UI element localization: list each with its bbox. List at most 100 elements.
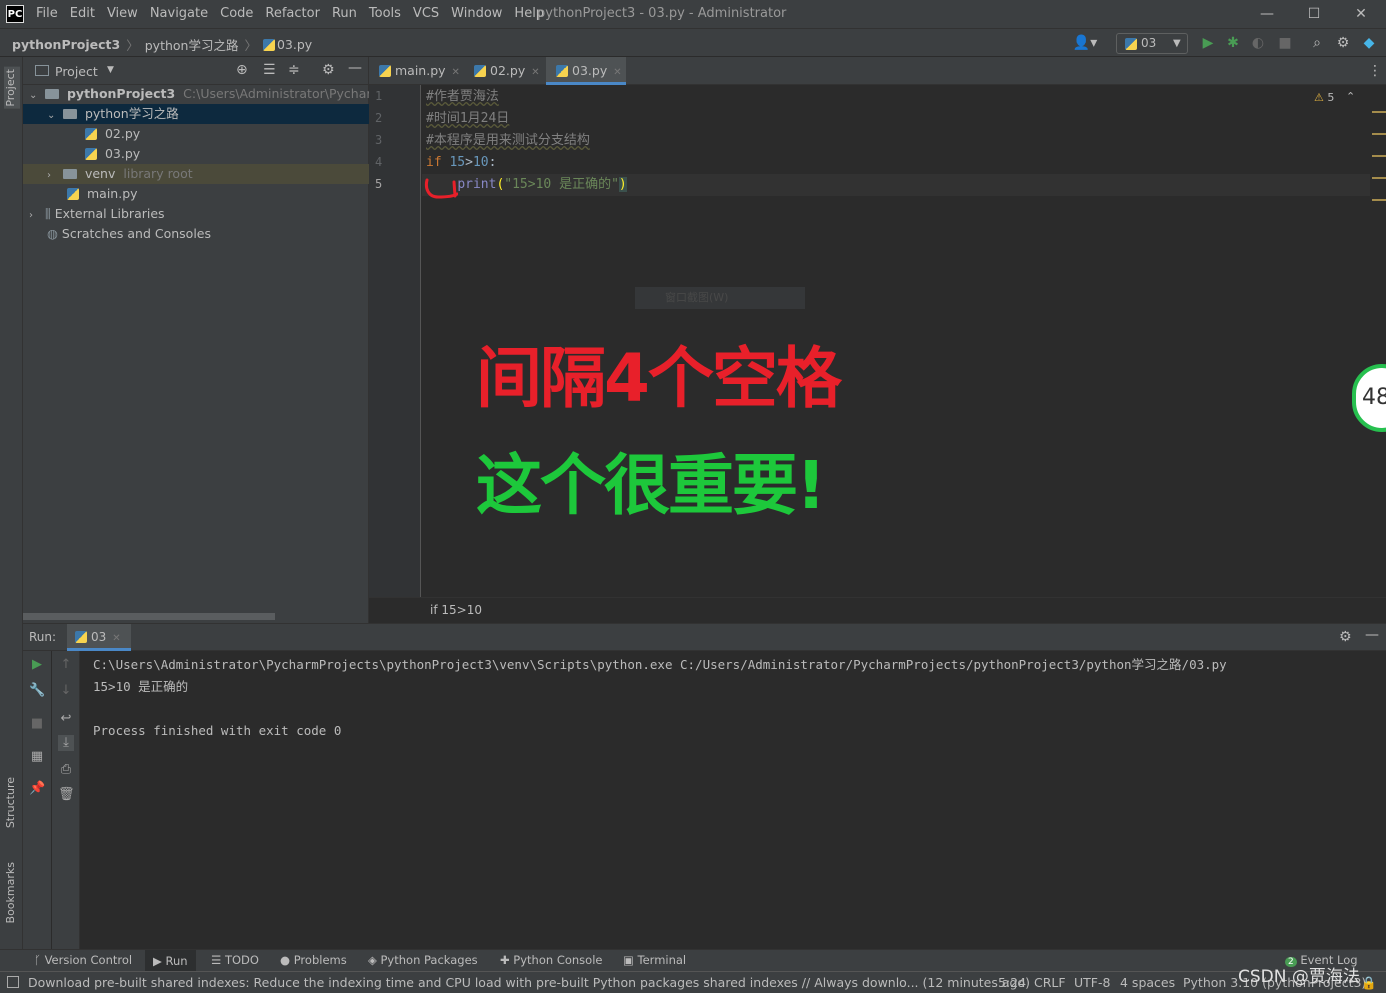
warning-marker[interactable] xyxy=(1372,133,1386,135)
tree-item-project-root[interactable]: ⌄ pythonProject3 C:\Users\Administrator\… xyxy=(23,84,369,104)
run-configuration-select[interactable]: 03 ▼ xyxy=(1116,33,1188,54)
tab-02-py[interactable]: 02.py ✕ xyxy=(464,57,546,85)
code-number: 10 xyxy=(472,155,489,170)
tree-item-file[interactable]: 03.py xyxy=(23,144,369,164)
menu-view[interactable]: View xyxy=(107,6,138,21)
tree-item-file[interactable]: main.py xyxy=(23,184,369,204)
tree-item-folder[interactable]: ⌄ python学习之路 xyxy=(23,104,369,124)
panel-toggle-icon[interactable] xyxy=(7,976,19,988)
close-tab-icon[interactable]: ✕ xyxy=(112,633,120,644)
search-icon[interactable]: ⌕ xyxy=(1309,35,1325,51)
stop-icon[interactable]: ■ xyxy=(29,716,45,732)
coverage-icon[interactable]: ◐ xyxy=(1250,35,1266,51)
stop-icon[interactable]: ■ xyxy=(1277,35,1293,51)
menu-file[interactable]: File xyxy=(36,6,58,21)
line-separator[interactable]: CRLF xyxy=(1034,975,1066,990)
indent-setting[interactable]: 4 spaces xyxy=(1120,975,1175,990)
python-file-icon xyxy=(85,148,97,160)
more-icon[interactable]: ⋮ xyxy=(1368,63,1382,79)
warning-marker[interactable] xyxy=(1372,199,1386,201)
menu-vcs[interactable]: VCS xyxy=(413,6,439,21)
horizontal-scrollbar[interactable] xyxy=(23,613,275,620)
error-stripe[interactable] xyxy=(1370,85,1386,597)
menu-run[interactable]: Run xyxy=(332,6,357,21)
tool-tab-version-control[interactable]: ᚴ Version Control xyxy=(34,953,132,967)
menu-refactor[interactable]: Refactor xyxy=(265,6,320,21)
project-view-select[interactable]: Project xyxy=(55,64,98,79)
run-icon[interactable]: ▶ xyxy=(1200,35,1216,51)
tool-tab-label: Problems xyxy=(293,953,347,967)
tool-tab-todo[interactable]: ☰ TODO xyxy=(211,953,259,967)
menu-navigate[interactable]: Navigate xyxy=(150,6,208,21)
warning-marker[interactable] xyxy=(1372,111,1386,113)
python-file-icon xyxy=(67,188,79,200)
tree-item-external-libraries[interactable]: › ⫼ External Libraries xyxy=(23,204,369,224)
debug-icon[interactable]: ✱ xyxy=(1225,35,1241,51)
close-tab-icon[interactable]: ✕ xyxy=(613,67,621,78)
lock-icon[interactable]: 🔒 xyxy=(1361,975,1377,991)
chevron-up-icon[interactable]: ⌃ xyxy=(1346,90,1355,103)
tool-tab-python-packages[interactable]: ◈ Python Packages xyxy=(368,953,478,967)
hide-icon[interactable]: — xyxy=(348,60,362,76)
wrench-icon[interactable]: 🔧 xyxy=(29,683,45,699)
console-output[interactable]: C:\Users\Administrator\PycharmProjects\p… xyxy=(93,654,1227,742)
arrow-up-icon[interactable]: ↑ xyxy=(58,657,74,673)
python-file-icon xyxy=(556,65,568,77)
menu-window[interactable]: Window xyxy=(451,6,502,21)
tree-item-scratches[interactable]: ◍ Scratches and Consoles xyxy=(23,224,369,244)
tool-tab-python-console[interactable]: ✚ Python Console xyxy=(500,953,602,967)
chevron-right-icon: › xyxy=(29,210,33,221)
jetbrains-icon[interactable]: ◆ xyxy=(1361,35,1377,51)
user-icon[interactable]: 👤▾ xyxy=(1072,35,1098,51)
warnings-indicator[interactable]: ⚠ 5 xyxy=(1314,91,1334,104)
tool-tab-label: Run xyxy=(165,954,188,968)
minimize-button[interactable]: — xyxy=(1252,4,1282,24)
close-tab-icon[interactable]: ✕ xyxy=(531,67,539,78)
warning-marker[interactable] xyxy=(1372,155,1386,157)
tab-03-py[interactable]: 03.py ✕ xyxy=(546,57,626,85)
tree-item-venv[interactable]: › venv library root xyxy=(23,164,369,184)
breadcrumb-project[interactable]: pythonProject3 xyxy=(12,37,120,52)
pin-icon[interactable]: 📌 xyxy=(29,781,45,797)
close-button[interactable]: ✕ xyxy=(1346,4,1376,24)
structure-tool-tab[interactable]: Structure xyxy=(4,777,17,828)
locate-icon[interactable]: ⊕ xyxy=(236,62,248,78)
run-tab[interactable]: 03 ✕ xyxy=(67,624,131,651)
tool-tab-run[interactable]: ▶ Run xyxy=(145,950,196,972)
close-tab-icon[interactable]: ✕ xyxy=(452,67,460,78)
maximize-button[interactable]: ☐ xyxy=(1299,4,1329,24)
layout-icon[interactable]: ▦ xyxy=(29,749,45,765)
title-bar: PC File Edit View Navigate Code Refactor… xyxy=(0,0,1386,29)
gear-icon[interactable]: ⚙ xyxy=(322,62,335,78)
collapse-all-icon[interactable]: ≑ xyxy=(288,62,300,78)
tab-main-py[interactable]: main.py ✕ xyxy=(369,57,461,85)
arrow-down-icon[interactable]: ↓ xyxy=(58,683,74,699)
scroll-to-end-icon[interactable]: ⤓ xyxy=(58,735,74,751)
gear-icon[interactable]: ⚙ xyxy=(1335,35,1351,51)
hide-icon[interactable]: — xyxy=(1365,627,1379,643)
gear-icon[interactable]: ⚙ xyxy=(1339,629,1352,645)
menu-code[interactable]: Code xyxy=(220,6,253,21)
chevron-down-icon[interactable]: ▼ xyxy=(107,65,114,75)
bookmarks-tool-tab[interactable]: Bookmarks xyxy=(4,862,17,923)
expand-all-icon[interactable]: ☰ xyxy=(263,62,276,78)
menu-tools[interactable]: Tools xyxy=(369,6,401,21)
breadcrumb-file[interactable]: 03.py xyxy=(277,37,312,52)
code-line-4: if 15>10: xyxy=(426,152,496,174)
file-encoding[interactable]: UTF-8 xyxy=(1074,975,1110,990)
rerun-icon[interactable]: ▶ xyxy=(29,657,45,673)
print-icon[interactable]: ⎙ xyxy=(58,762,74,778)
tree-item-file[interactable]: 02.py xyxy=(23,124,369,144)
breadcrumb: pythonProject3 〉 python学习之路 〉 03.py xyxy=(12,35,312,54)
breadcrumb-folder[interactable]: python学习之路 xyxy=(145,35,239,54)
menu-edit[interactable]: Edit xyxy=(70,6,95,21)
trash-icon[interactable]: 🗑 xyxy=(58,787,75,803)
status-message[interactable]: Download pre-built shared indexes: Reduc… xyxy=(28,975,1030,990)
warning-marker[interactable] xyxy=(1372,177,1386,179)
soft-wrap-icon[interactable]: ↩ xyxy=(58,711,74,727)
tool-tab-terminal[interactable]: ▣ Terminal xyxy=(623,953,686,967)
project-tool-tab[interactable]: Project xyxy=(4,67,20,109)
caret-position[interactable]: 5:24 xyxy=(998,975,1026,990)
scope-breadcrumb[interactable]: if 15>10 xyxy=(430,603,482,617)
tool-tab-problems[interactable]: ● Problems xyxy=(280,953,347,967)
